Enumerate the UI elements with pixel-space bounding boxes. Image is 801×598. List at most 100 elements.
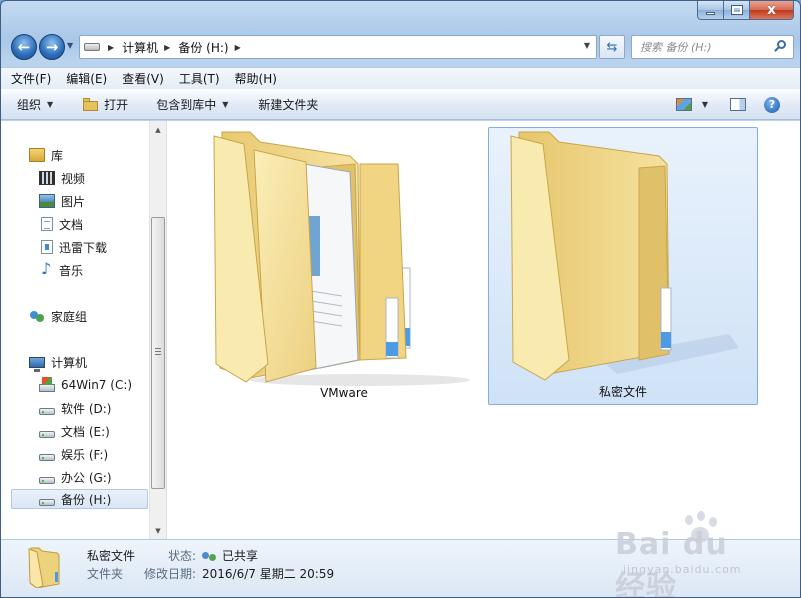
- drive-icon: [39, 407, 55, 415]
- folder-icon: [510, 131, 739, 381]
- maximize-icon: [730, 5, 743, 15]
- view-options-dropdown-icon[interactable]: ▼: [702, 100, 708, 109]
- nav-libraries[interactable]: 库: [29, 145, 63, 165]
- open-folder-icon: [83, 97, 99, 111]
- minimize-icon: [706, 11, 715, 15]
- nav-item-label: 图片: [61, 194, 86, 209]
- nav-drive-label: 64Win7 (C:): [61, 378, 133, 392]
- file-list: VMware 私密文件: [167, 121, 800, 539]
- baidu-watermark: Bai du 经验 jingyan.baidu.com: [615, 511, 765, 597]
- nav-item-pictures[interactable]: 图片: [39, 191, 85, 211]
- organize-label: 组织: [17, 97, 42, 112]
- nav-item-documents[interactable]: 文档: [39, 214, 83, 234]
- help-icon[interactable]: ?: [764, 96, 780, 113]
- library-icon: [29, 148, 45, 162]
- folder-item-private-files[interactable]: 私密文件: [488, 127, 758, 405]
- menu-help[interactable]: 帮助(H): [235, 70, 277, 87]
- address-bar[interactable]: ▶ 计算机 ▶ 备份 (H:) ▶ ▼: [79, 35, 597, 59]
- breadcrumb-computer[interactable]: 计算机: [122, 39, 158, 56]
- watermark-url: jingyan.baidu.com: [623, 563, 742, 576]
- nav-drive-c[interactable]: 64Win7 (C:): [39, 375, 132, 395]
- menu-tools[interactable]: 工具(T): [179, 70, 220, 87]
- folder-with-documents-icon: [213, 131, 470, 386]
- nav-drive-h[interactable]: 备份 (H:): [11, 489, 148, 509]
- pictures-icon: [39, 194, 55, 208]
- nav-item-thunder-downloads[interactable]: 迅雷下载: [39, 237, 107, 257]
- details-modified-label: 修改日期:: [144, 567, 197, 581]
- nav-drive-label: 娱乐 (F:): [61, 447, 109, 462]
- scroll-down-icon[interactable]: ▼: [150, 522, 166, 539]
- open-label: 打开: [104, 97, 129, 112]
- nav-item-label: 音乐: [59, 263, 84, 278]
- document-icon: [41, 217, 53, 231]
- arrow-left-icon: ←: [17, 38, 31, 56]
- recent-pages-dropdown[interactable]: ▼: [67, 41, 73, 50]
- open-button[interactable]: 打开: [83, 96, 128, 113]
- refresh-button[interactable]: ⇆: [599, 35, 625, 59]
- nav-item-music[interactable]: 音乐: [39, 259, 84, 280]
- chevron-down-icon: ▼: [47, 99, 54, 109]
- drive-icon: [39, 498, 55, 506]
- homegroup-icon: [29, 309, 45, 323]
- folder-name: VMware: [320, 386, 368, 400]
- search-box[interactable]: [631, 35, 794, 59]
- breadcrumb-backup-drive[interactable]: 备份 (H:): [178, 39, 228, 56]
- forward-button[interactable]: →: [39, 34, 65, 60]
- breadcrumb-separator-icon[interactable]: ▶: [108, 43, 114, 52]
- folder-icon: [28, 547, 60, 588]
- menu-edit[interactable]: 编辑(E): [66, 70, 107, 87]
- close-button[interactable]: x: [750, 1, 794, 20]
- nav-drive-f[interactable]: 娱乐 (F:): [39, 444, 108, 464]
- nav-drive-d[interactable]: 软件 (D:): [39, 398, 111, 418]
- change-view-icon[interactable]: [675, 98, 692, 111]
- include-in-library-button[interactable]: 包含到库中 ▼: [156, 96, 228, 113]
- refresh-icon: ⇆: [606, 39, 618, 55]
- video-icon: [39, 171, 55, 185]
- details-name: 私密文件: [87, 549, 136, 563]
- drive-icon: [84, 43, 100, 51]
- search-input[interactable]: [640, 40, 770, 54]
- back-button[interactable]: ←: [11, 34, 37, 60]
- nav-computer[interactable]: 计算机: [29, 352, 87, 372]
- shared-users-icon: [202, 551, 218, 563]
- scroll-up-icon[interactable]: ▲: [150, 121, 166, 138]
- minimize-button[interactable]: [697, 1, 724, 20]
- nav-scrollbar[interactable]: ▲ ▼: [149, 121, 166, 539]
- nav-homegroup[interactable]: 家庭组: [29, 306, 87, 326]
- nav-item-label: 迅雷下载: [59, 240, 108, 255]
- breadcrumb-separator-icon[interactable]: ▶: [235, 43, 241, 52]
- include-library-label: 包含到库中: [156, 97, 217, 112]
- menu-file[interactable]: 文件(F): [11, 70, 51, 87]
- explorer-window: x ← → ▼ ▶ 计算机 ▶ 备份 (H:) ▶ ▼ ⇆ 文件(F) 编辑(E…: [0, 0, 801, 598]
- details-state-value: 已共享: [202, 547, 258, 564]
- nav-drive-g[interactable]: 办公 (G:): [39, 467, 112, 487]
- maximize-button[interactable]: [724, 1, 750, 20]
- details-modified-value: 2016/6/7 星期二 20:59: [202, 567, 335, 581]
- scrollbar-thumb[interactable]: [151, 217, 165, 489]
- drive-icon: [39, 430, 55, 438]
- address-dropdown-icon[interactable]: ▼: [584, 41, 590, 50]
- nav-drive-label: 办公 (G:): [61, 470, 112, 485]
- nav-drive-e[interactable]: 文档 (E:): [39, 421, 110, 441]
- nav-libraries-label: 库: [51, 148, 64, 163]
- folder-item-vmware[interactable]: VMware: [209, 127, 479, 405]
- caption-buttons: x: [697, 1, 794, 20]
- preview-pane-icon[interactable]: [730, 98, 746, 111]
- nav-drive-label: 备份 (H:): [61, 492, 112, 507]
- new-folder-button[interactable]: 新建文件夹: [258, 96, 318, 113]
- search-icon[interactable]: [773, 40, 787, 54]
- new-folder-label: 新建文件夹: [258, 97, 319, 112]
- nav-item-label: 文档: [59, 217, 84, 232]
- drive-icon: [39, 453, 55, 461]
- menu-bar: 文件(F) 编辑(E) 查看(V) 工具(T) 帮助(H): [1, 67, 800, 89]
- download-icon: [41, 240, 53, 254]
- chevron-down-icon: ▼: [222, 99, 229, 109]
- menu-view[interactable]: 查看(V): [122, 70, 164, 87]
- organize-button[interactable]: 组织 ▼: [17, 96, 53, 113]
- breadcrumb-separator-icon[interactable]: ▶: [164, 43, 170, 52]
- arrow-right-icon: →: [45, 38, 59, 56]
- details-type: 文件夹: [87, 567, 124, 581]
- nav-item-videos[interactable]: 视频: [39, 168, 85, 188]
- nav-item-label: 视频: [61, 171, 86, 186]
- computer-icon: [29, 356, 45, 372]
